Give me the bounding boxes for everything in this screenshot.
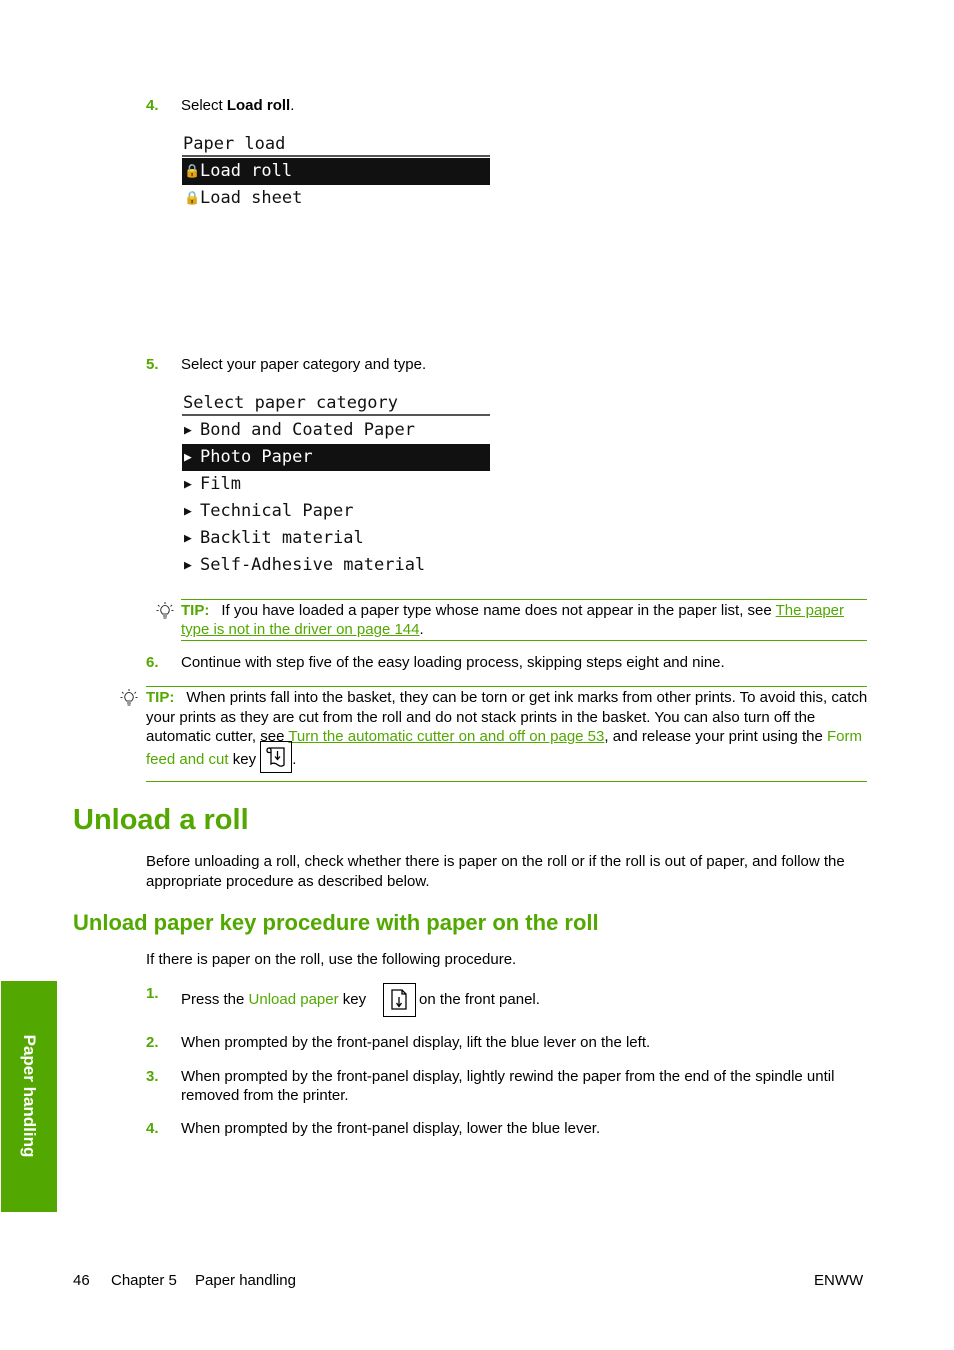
footer-chapter: Chapter 5 (111, 1272, 177, 1289)
tip-end: . (419, 621, 424, 638)
panel-item-load-roll[interactable]: 🔒Load roll (182, 158, 490, 185)
panel-item-self-adhesive[interactable]: ▶ Self-Adhesive material (182, 552, 490, 579)
step-number: 4. (146, 1120, 159, 1137)
panel-item-label: Film (200, 474, 241, 494)
panel-item-label: Load roll (200, 161, 293, 181)
step-text: Select your paper category and type. (181, 356, 427, 373)
arrow-right-icon: ▶ (184, 423, 192, 438)
tip-text: TIP: When prints fall into the basket, th… (146, 688, 870, 773)
footer-locale: ENWW (814, 1272, 864, 1289)
arrow-right-icon: ▶ (184, 450, 192, 465)
front-panel-paper-load: Paper load 🔒Load roll 🔒Load sheet (182, 133, 490, 212)
panel-item-label: Backlit material (200, 528, 364, 548)
step-text: When prompted by the front-panel display… (181, 1034, 651, 1051)
panel-item-bond-coated[interactable]: ▶ Bond and Coated Paper (182, 417, 490, 444)
tip-end: . (292, 750, 297, 768)
tip-label: TIP: (146, 689, 175, 706)
panel-item-technical-paper[interactable]: ▶ Technical Paper (182, 498, 490, 525)
footer-chapter-title: Paper handling (195, 1272, 296, 1289)
lightbulb-icon (156, 602, 174, 619)
tip-body-continued: , and release your print using the (604, 728, 828, 745)
panel-item-label: Technical Paper (200, 501, 354, 521)
step-number: 5. (146, 356, 159, 373)
section-intro: Before unloading a roll, check whether t… (146, 853, 845, 890)
tip-body: If you have loaded a paper type whose na… (221, 602, 776, 619)
footer-page-number: 46 (73, 1272, 90, 1289)
step-text: Continue with step five of the easy load… (181, 654, 725, 671)
front-panel-paper-category: Select paper category ▶ Bond and Coated P… (182, 392, 490, 579)
step-number: 4. (146, 97, 159, 114)
panel-item-label: Bond and Coated Paper (200, 420, 415, 440)
form-feed-and-cut-key-icon (260, 740, 293, 773)
tip-label: TIP: (181, 602, 210, 619)
tip-text: TIP: If you have loaded a paper type whos… (181, 601, 867, 639)
section-title: Unload a roll (73, 804, 249, 836)
panel-item-backlit[interactable]: ▶ Backlit material (182, 525, 490, 552)
key-word: key (338, 991, 367, 1008)
step-text: When prompted by the front-panel display… (181, 1120, 601, 1137)
arrow-right-icon: ▶ (184, 558, 192, 573)
panel-item-label: Photo Paper (200, 447, 313, 467)
step-number: 2. (146, 1034, 159, 1051)
key-word: key (228, 750, 257, 768)
tip-box: TIP: When prints fall into the basket, th… (146, 686, 867, 782)
panel-item-load-sheet[interactable]: 🔒Load sheet (182, 185, 490, 212)
step-text: Press the Unload paper key (181, 990, 366, 1009)
step-text-end: . (290, 97, 295, 114)
step-text-after: on the front panel. (419, 991, 540, 1008)
panel-item-photo-paper[interactable]: ▶ Photo Paper (182, 444, 490, 471)
arrow-right-icon: ▶ (184, 504, 192, 519)
unload-paper-key-icon (383, 983, 416, 1017)
panel-item-label: Load sheet (200, 188, 303, 208)
step-text-plain: Select (181, 97, 227, 114)
step-text-plain: Press the (181, 991, 249, 1008)
lightbulb-icon (120, 689, 138, 706)
panel-title: Select paper category (182, 392, 490, 416)
step-text: When prompted by the front-panel display… (181, 1068, 835, 1104)
lock-icon: 🔒 (184, 164, 201, 179)
subsection-title: Unload paper key procedure with paper on… (73, 910, 599, 935)
panel-item-film[interactable]: ▶ Film (182, 471, 490, 498)
panel-title: Paper load (182, 133, 490, 157)
step-text-bold: Load roll (226, 97, 291, 114)
link-automatic-cutter[interactable]: Turn the automatic cutter on and off on … (288, 728, 604, 745)
lock-icon: 🔒 (184, 191, 201, 206)
step-text: Select Load roll. (181, 96, 294, 115)
side-tab-label: Paper handling (20, 1034, 39, 1158)
step-number: 3. (146, 1068, 159, 1085)
subsection-intro: If there is paper on the roll, use the f… (146, 951, 517, 968)
chapter-side-tab: Paper handling (1, 981, 57, 1212)
tip-box: TIP: If you have loaded a paper type whos… (181, 599, 867, 641)
panel-item-label: Self-Adhesive material (200, 555, 426, 575)
step-number: 6. (146, 654, 159, 671)
arrow-right-icon: ▶ (184, 531, 192, 546)
step-number: 1. (146, 985, 159, 1002)
unload-paper-key-name: Unload paper (248, 991, 339, 1008)
arrow-right-icon: ▶ (184, 477, 192, 492)
